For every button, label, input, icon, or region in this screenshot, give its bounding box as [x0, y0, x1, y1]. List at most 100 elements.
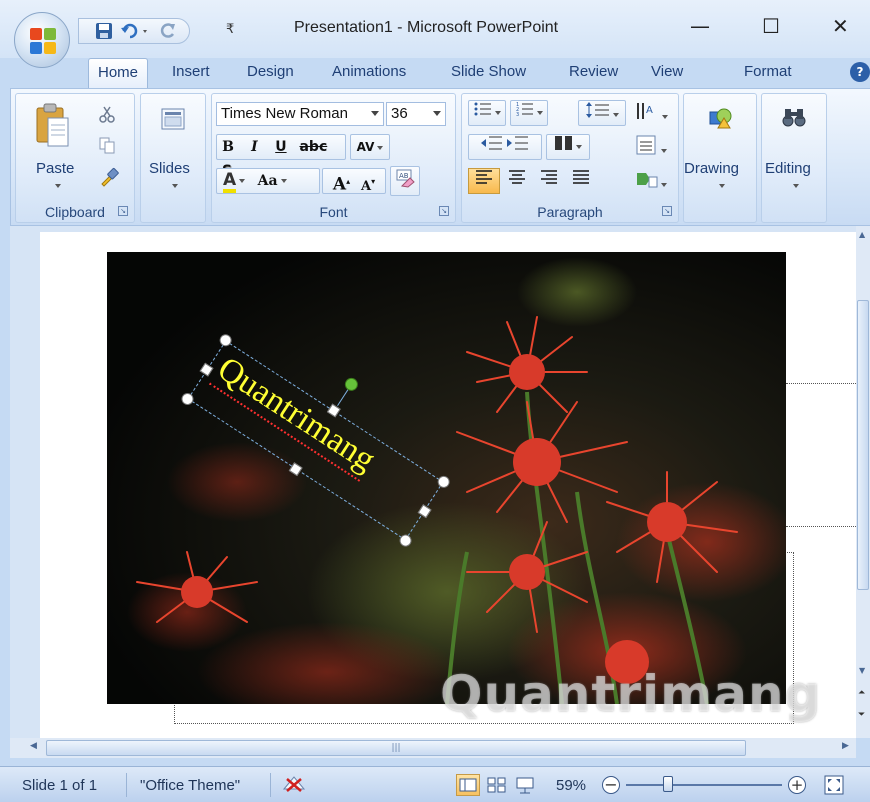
slides-button[interactable]: Slides	[149, 160, 190, 177]
save-icon[interactable]	[95, 22, 113, 40]
smartart-dropdown-icon[interactable]	[660, 183, 667, 187]
horizontal-scroll-thumb[interactable]: |||	[46, 740, 746, 756]
line-spacing-dropdown-icon[interactable]	[612, 113, 619, 117]
scroll-left-icon[interactable]: ◀	[30, 741, 37, 751]
change-case-button[interactable]: Aa	[258, 169, 278, 193]
line-spacing-button[interactable]	[578, 100, 626, 126]
editing-dropdown-icon[interactable]	[793, 184, 799, 188]
align-left-button[interactable]	[468, 168, 500, 194]
decrease-indent-icon[interactable]	[480, 135, 503, 151]
font-size-select[interactable]: 36	[386, 102, 446, 126]
status-separator	[126, 773, 127, 797]
paste-dropdown-icon[interactable]	[55, 184, 61, 188]
horizontal-scrollbar[interactable]: ◀ ||| ▶	[10, 738, 856, 758]
tab-animations[interactable]: Animations	[332, 63, 406, 80]
close-button[interactable]: ✕	[832, 14, 849, 38]
justify-button[interactable]	[566, 168, 596, 194]
smartart-button[interactable]	[630, 168, 672, 194]
character-spacing-dropdown-icon[interactable]	[377, 145, 384, 150]
editing-button[interactable]: Editing	[765, 160, 811, 177]
zoom-out-button[interactable]: −	[602, 776, 620, 794]
tab-home[interactable]: Home	[88, 58, 149, 89]
help-icon[interactable]: ?	[850, 62, 870, 82]
slide-show-icon[interactable]	[514, 775, 536, 795]
status-separator	[270, 773, 271, 797]
vertical-scroll-thumb[interactable]	[857, 300, 869, 590]
zoom-slider-thumb[interactable]	[663, 776, 674, 792]
next-slide-icon[interactable]: ⏷	[858, 710, 865, 720]
shapes-icon[interactable]	[708, 106, 734, 130]
vertical-scrollbar[interactable]: ▲ ▼ ⏶ ⏷	[856, 226, 870, 738]
bold-button[interactable]: B	[217, 135, 239, 159]
normal-view-icon	[459, 778, 477, 792]
numbering-dropdown-icon[interactable]	[536, 111, 543, 115]
ribbon-tabs: Home Insert Design Animations Slide Show…	[0, 58, 870, 89]
clear-formatting-button[interactable]: AB	[390, 166, 420, 196]
font-color-dropdown-icon[interactable]	[239, 179, 246, 183]
columns-button[interactable]	[546, 134, 590, 160]
new-slide-icon[interactable]	[161, 108, 185, 130]
slide-sorter-icon[interactable]	[486, 775, 508, 795]
redo-icon[interactable]	[159, 22, 177, 40]
copy-icon[interactable]	[98, 136, 116, 154]
slides-dropdown-icon[interactable]	[172, 184, 178, 188]
customize-qat-icon[interactable]: ₹	[226, 22, 234, 37]
paragraph-group-label: Paragraph	[537, 204, 603, 220]
slide-counter: Slide 1 of 1	[22, 777, 98, 794]
tab-review[interactable]: Review	[569, 63, 618, 80]
shrink-font-button[interactable]: A	[361, 179, 371, 194]
zoom-level[interactable]: 59%	[556, 777, 586, 794]
scroll-down-icon[interactable]: ▼	[859, 666, 865, 675]
cut-icon[interactable]	[98, 106, 116, 124]
text-direction-button[interactable]: A	[630, 100, 672, 126]
text-direction-dropdown-icon[interactable]	[661, 115, 668, 119]
align-right-button[interactable]	[534, 168, 564, 194]
maximize-button[interactable]: ☐	[762, 14, 780, 38]
clipboard-launcher-icon[interactable]: ↘	[118, 206, 128, 216]
binoculars-icon[interactable]	[782, 106, 806, 128]
character-spacing-button[interactable]: AV	[350, 134, 390, 160]
line-spacing-icon	[585, 102, 609, 118]
drawing-button[interactable]: Drawing	[684, 160, 739, 177]
font-color-button[interactable]: A	[223, 171, 237, 193]
font-family-dropdown-icon[interactable]	[371, 111, 379, 116]
align-text-button[interactable]	[630, 134, 672, 160]
font-size-dropdown-icon[interactable]	[433, 111, 441, 116]
align-center-button[interactable]	[502, 168, 532, 194]
theme-name[interactable]: "Office Theme"	[140, 777, 240, 794]
tab-format[interactable]: Format	[744, 63, 792, 80]
minimize-button[interactable]: —	[690, 14, 710, 38]
tab-slide-show[interactable]: Slide Show	[451, 63, 526, 80]
previous-slide-icon[interactable]: ⏶	[858, 688, 865, 698]
font-family-select[interactable]: Times New Roman	[216, 102, 384, 126]
tab-design[interactable]: Design	[247, 63, 294, 80]
bullets-button[interactable]	[468, 100, 506, 126]
columns-dropdown-icon[interactable]	[575, 145, 582, 149]
font-launcher-icon[interactable]: ↘	[439, 206, 449, 216]
tab-insert[interactable]: Insert	[172, 63, 210, 80]
paragraph-launcher-icon[interactable]: ↘	[662, 206, 672, 216]
fit-to-window-icon[interactable]	[822, 773, 846, 797]
undo-icon[interactable]	[121, 22, 151, 40]
change-case-dropdown-icon[interactable]	[280, 179, 287, 183]
normal-view-button[interactable]	[456, 774, 480, 796]
paste-label[interactable]: Paste	[36, 160, 74, 177]
drawing-dropdown-icon[interactable]	[719, 184, 725, 188]
strikethrough-button[interactable]: abc	[296, 135, 330, 159]
underline-button[interactable]: U	[270, 135, 292, 159]
paste-icon[interactable]	[34, 102, 72, 150]
scroll-up-icon[interactable]: ▲	[859, 230, 865, 239]
numbering-button[interactable]: 123	[510, 100, 548, 126]
zoom-in-button[interactable]: +	[788, 776, 806, 794]
office-button[interactable]	[14, 12, 70, 68]
bullets-dropdown-icon[interactable]	[494, 111, 501, 115]
grow-font-button[interactable]: A	[333, 175, 346, 195]
format-painter-icon[interactable]	[98, 166, 120, 188]
align-text-dropdown-icon[interactable]	[660, 149, 667, 153]
italic-button[interactable]: I	[243, 135, 265, 159]
scroll-right-icon[interactable]: ▶	[842, 741, 849, 751]
zoom-slider-track[interactable]	[626, 776, 782, 792]
increase-indent-icon[interactable]	[507, 135, 529, 151]
tab-view[interactable]: View	[651, 63, 683, 80]
spell-check-icon[interactable]	[282, 773, 306, 795]
